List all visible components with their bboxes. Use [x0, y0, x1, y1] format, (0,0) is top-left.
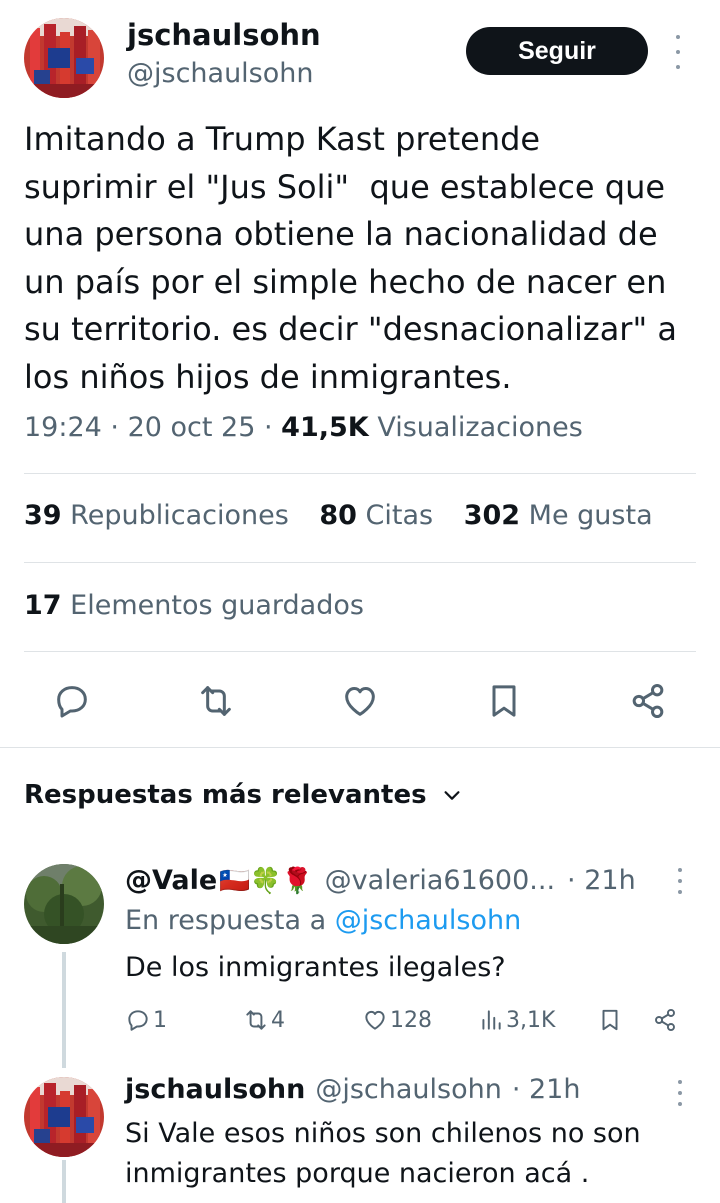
tweet-date[interactable]: 20 oct 25: [128, 412, 256, 443]
tweet-meta: 19:24 · 20 oct 25 · 41,5K Visualizacione…: [24, 412, 583, 443]
reply-author-name[interactable]: @Vale: [125, 865, 217, 896]
reply-author-handle[interactable]: @valeria61600...: [325, 865, 555, 896]
divider: [24, 473, 696, 474]
reply-avatar[interactable]: [24, 1077, 104, 1157]
reply-author-emojis: 🇨🇱🍀🌹: [219, 865, 313, 895]
thread-line: [62, 1160, 66, 1203]
reply-time[interactable]: · 21h: [567, 865, 636, 896]
in-reply-to: En respuesta a @jschaulsohn: [125, 905, 521, 936]
bookmarks-stat[interactable]: 17 Elementos guardados: [24, 590, 364, 621]
more-icon[interactable]: [670, 868, 690, 894]
chevron-down-icon: [444, 791, 460, 800]
replies-sort-dropdown[interactable]: Respuestas más relevantes: [24, 780, 463, 810]
like-icon[interactable]: [340, 681, 380, 721]
share-icon[interactable]: [628, 681, 668, 721]
section-divider: [0, 747, 720, 748]
bookmark-icon[interactable]: [484, 681, 524, 721]
in-reply-to-mention[interactable]: @jschaulsohn: [335, 905, 522, 936]
tweet-time[interactable]: 19:24: [24, 412, 102, 443]
reply-like-count: 128: [390, 1007, 432, 1033]
reply-icon: [128, 1010, 148, 1031]
likes-stat[interactable]: 302 Me gusta: [464, 500, 653, 531]
bookmarks-label: Elementos guardados: [70, 590, 364, 621]
reply-avatar[interactable]: [24, 864, 104, 944]
reply-repost-count: 4: [271, 1007, 285, 1033]
reposts-label: Republicaciones: [70, 500, 289, 531]
likes-label: Me gusta: [528, 500, 653, 531]
reply-time[interactable]: · 21h: [512, 1074, 581, 1105]
share-icon: [655, 1008, 675, 1032]
reply-views-count: 3,1K: [506, 1007, 556, 1033]
reply-text: De los inmigrantes ilegales?: [125, 952, 506, 983]
reply-reply-count: 1: [153, 1007, 167, 1033]
author-handle[interactable]: @jschaulsohn: [127, 58, 314, 89]
reply-author-name[interactable]: jschaulsohn: [125, 1074, 305, 1105]
views-count: 41,5K: [281, 412, 369, 443]
likes-count: 302: [463, 500, 521, 531]
meta-separator: ·: [264, 412, 282, 443]
views-label: Visualizaciones: [377, 412, 583, 443]
replies-sort-label: Respuestas más relevantes: [24, 780, 427, 810]
reply-author-handle[interactable]: @jschaulsohn: [315, 1074, 502, 1105]
like-icon: [365, 1010, 385, 1030]
quotes-count: 80: [319, 500, 357, 531]
divider: [24, 562, 696, 563]
author-name[interactable]: jschaulsohn: [127, 18, 321, 52]
repost-icon: [246, 1010, 266, 1030]
more-icon[interactable]: [668, 35, 688, 69]
reply-reply-button[interactable]: 1: [125, 1007, 167, 1033]
repost-icon[interactable]: [196, 681, 236, 721]
views-icon: [482, 1010, 501, 1030]
bookmarks-count: 17: [24, 590, 62, 621]
reposts-count: 39: [24, 500, 62, 531]
reply-share-button[interactable]: [652, 1007, 680, 1033]
reply-bookmark-button[interactable]: [597, 1007, 625, 1033]
reply-repost-button[interactable]: 4: [243, 1007, 285, 1033]
in-reply-to-label: En respuesta a: [125, 905, 335, 936]
quotes-label: Citas: [365, 500, 434, 531]
follow-button[interactable]: Seguir: [466, 27, 648, 75]
quotes-stat[interactable]: 80 Citas: [319, 500, 433, 531]
more-icon[interactable]: [670, 1080, 690, 1106]
bookmark-icon: [602, 1009, 618, 1031]
reply-icon[interactable]: [52, 681, 92, 721]
tweet-text: Imitando a Trump Kast pretende suprimir …: [24, 120, 677, 396]
reposts-stat[interactable]: 39 Republicaciones: [24, 500, 289, 531]
author-avatar[interactable]: [24, 18, 104, 98]
divider: [24, 651, 696, 652]
reply-like-button[interactable]: 128: [362, 1007, 432, 1033]
thread-line: [62, 952, 66, 1068]
reply-views-button[interactable]: 3,1K: [478, 1007, 555, 1033]
meta-separator: ·: [110, 412, 128, 443]
reply-header: jschaulsohn @jschaulsohn · 21h: [125, 1074, 580, 1105]
engagement-stats: 39 Republicaciones 80 Citas 302 Me gusta: [24, 500, 675, 531]
reply-header: @Vale 🇨🇱🍀🌹 @valeria61600... · 21h: [125, 865, 636, 896]
reply-text: Si Vale esos niños son chilenos no son i…: [125, 1118, 641, 1189]
